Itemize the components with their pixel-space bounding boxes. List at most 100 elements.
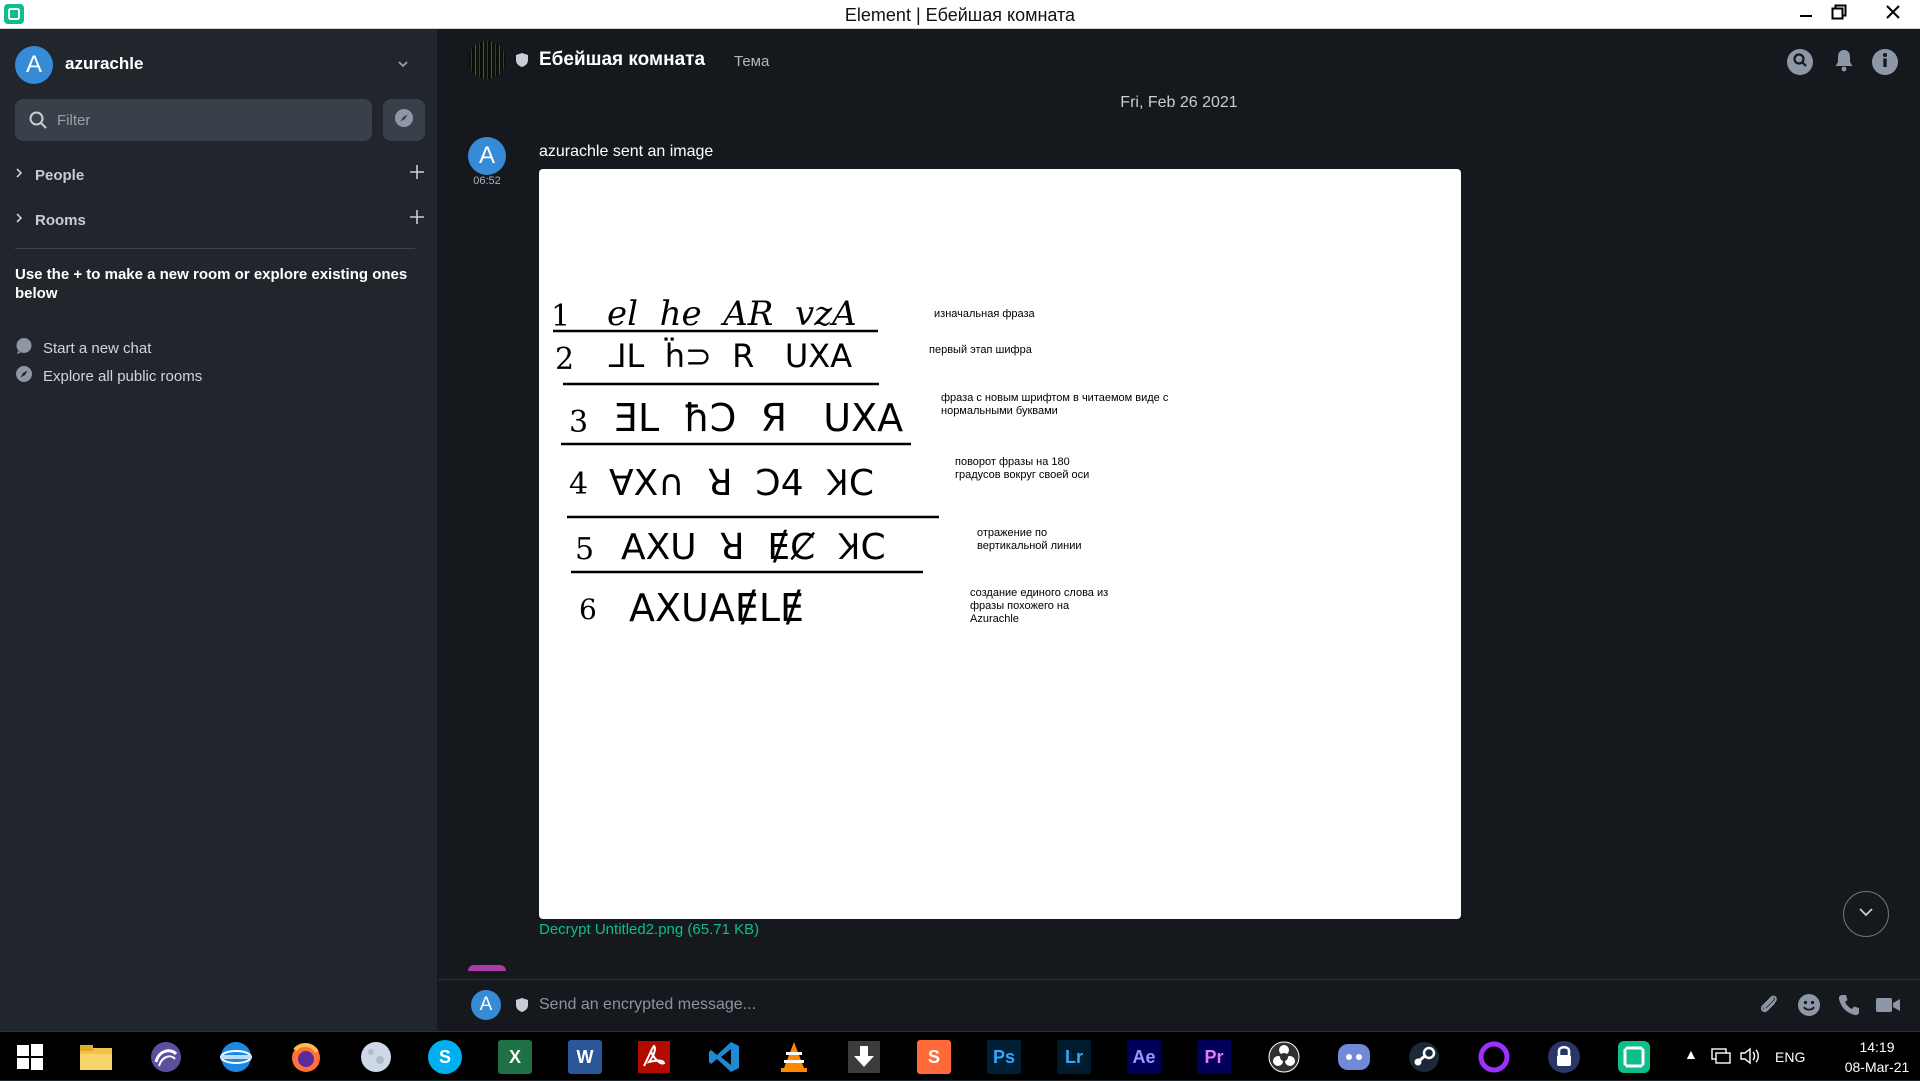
acrobat-icon[interactable] bbox=[634, 1038, 674, 1076]
compass-icon bbox=[15, 365, 33, 388]
phone-icon bbox=[1837, 993, 1861, 1022]
lightroom-icon[interactable]: Lr bbox=[1054, 1038, 1094, 1076]
explore-public-rooms-link[interactable]: Explore all public rooms bbox=[15, 365, 202, 387]
paperclip-icon bbox=[1757, 993, 1781, 1022]
explore-rooms-button[interactable] bbox=[383, 99, 425, 141]
vpn-lock-icon[interactable] bbox=[1544, 1038, 1584, 1076]
chevron-right-icon bbox=[15, 166, 23, 184]
downloader-icon[interactable] bbox=[844, 1038, 884, 1076]
image-attachment[interactable]: 1 el he AR vzA изначальная фраза 2 ᒧᒪ ḧ⊃… bbox=[539, 169, 1461, 919]
window-title: Element | Ебейшая комната bbox=[844, 5, 1076, 25]
word-icon[interactable]: W bbox=[565, 1038, 605, 1076]
discord-icon[interactable] bbox=[1334, 1038, 1374, 1076]
row-note: фраза с новым шрифтом в читаемом виде с … bbox=[941, 392, 1169, 417]
row-glyphs: AXUAɆLɆ bbox=[629, 586, 804, 630]
skype-icon[interactable]: S bbox=[425, 1038, 465, 1076]
browser-globe-icon[interactable] bbox=[216, 1038, 256, 1076]
element-icon[interactable] bbox=[1614, 1038, 1654, 1076]
row-number: 6 bbox=[579, 593, 597, 626]
add-room-icon[interactable] bbox=[409, 209, 425, 230]
message-composer: A bbox=[438, 979, 1920, 1031]
message-body: azurachle sent an image bbox=[539, 143, 714, 160]
search-room-button[interactable] bbox=[1787, 49, 1813, 75]
vlc-icon[interactable] bbox=[774, 1038, 814, 1076]
shield-icon bbox=[515, 997, 529, 1018]
date-separator: Fri, Feb 26 2021 bbox=[1120, 94, 1238, 111]
add-people-icon[interactable] bbox=[409, 164, 425, 185]
room-info-button[interactable] bbox=[1872, 49, 1898, 75]
obs-icon[interactable] bbox=[1264, 1038, 1304, 1076]
section-rooms-label: Rooms bbox=[35, 211, 86, 229]
emoji-button[interactable] bbox=[1795, 993, 1823, 1021]
decrypt-attachment-link[interactable]: Decrypt Untitled2.png (65.71 KB) bbox=[539, 921, 759, 938]
network-icon[interactable] bbox=[1710, 1046, 1732, 1071]
row-number: 4 bbox=[569, 467, 588, 502]
room-view: Ебейшая комната Тема Fri, Feb 26 2021 A … bbox=[438, 29, 1920, 1031]
filter-box[interactable] bbox=[15, 99, 372, 141]
room-avatar[interactable] bbox=[468, 41, 506, 79]
file-explorer-icon[interactable] bbox=[76, 1038, 116, 1076]
start-new-chat-link[interactable]: Start a new chat bbox=[15, 337, 151, 359]
moon-app-icon[interactable] bbox=[356, 1038, 396, 1076]
vscode-icon[interactable] bbox=[704, 1038, 744, 1076]
row-glyphs: ⱯX∩ ꓤ Ɔ4 ꞰC bbox=[609, 463, 874, 504]
restore-icon bbox=[1831, 4, 1847, 25]
section-people[interactable]: People bbox=[15, 163, 425, 187]
row-number: 2 bbox=[555, 342, 574, 377]
premiere-label: Pr bbox=[1197, 1040, 1231, 1074]
search-icon bbox=[1792, 52, 1808, 73]
row-note: первый этап шифра bbox=[929, 344, 1033, 356]
video-call-button[interactable] bbox=[1874, 993, 1902, 1021]
section-people-label: People bbox=[35, 166, 85, 184]
row-note: поворот фразы на 180 градусов вокруг сво… bbox=[955, 456, 1090, 481]
sender-avatar[interactable]: A bbox=[468, 137, 506, 175]
chevron-right-icon bbox=[15, 211, 23, 229]
search-icon bbox=[29, 111, 47, 134]
tray-overflow-icon[interactable]: ▲ bbox=[1684, 1046, 1698, 1062]
after-effects-label: Ae bbox=[1127, 1040, 1161, 1074]
row-number: 1 bbox=[551, 299, 570, 334]
left-panel: A azurachle People Rooms Use the + to ma… bbox=[0, 29, 438, 1031]
chevron-down-icon[interactable] bbox=[397, 57, 409, 75]
firefox-icon[interactable] bbox=[286, 1038, 326, 1076]
attach-file-button[interactable] bbox=[1755, 993, 1783, 1021]
system-tray: ▲ ENG 14:19 08-Mar-21 bbox=[1680, 1032, 1920, 1081]
torrent-client-icon[interactable] bbox=[146, 1038, 186, 1076]
premiere-icon[interactable]: Pr bbox=[1194, 1038, 1234, 1076]
video-camera-icon bbox=[1875, 995, 1901, 1020]
volume-icon[interactable] bbox=[1739, 1046, 1763, 1071]
photoshop-icon[interactable]: Ps bbox=[984, 1038, 1024, 1076]
photoshop-label: Ps bbox=[987, 1040, 1021, 1074]
steam-icon[interactable] bbox=[1404, 1038, 1444, 1076]
section-rooms[interactable]: Rooms bbox=[15, 208, 425, 232]
composer-avatar[interactable]: A bbox=[471, 990, 501, 1020]
row-glyphs: ƎL ħƆ Я UXA bbox=[614, 396, 903, 440]
windows-start-icon[interactable] bbox=[10, 1038, 50, 1076]
next-message-avatar bbox=[468, 965, 506, 971]
start-new-chat-label: Start a new chat bbox=[43, 339, 152, 357]
after-effects-icon[interactable]: Ae bbox=[1124, 1038, 1164, 1076]
ring-app-icon[interactable] bbox=[1474, 1038, 1514, 1076]
restore-button[interactable] bbox=[1812, 0, 1866, 29]
row-glyphs: ᒧᒪ ḧ⊃ R UXA bbox=[607, 337, 852, 375]
sublime-text-icon[interactable]: S bbox=[914, 1038, 954, 1076]
message-input[interactable] bbox=[539, 989, 1539, 1021]
window-titlebar: Element | Ебейшая комната bbox=[0, 0, 1920, 29]
clock-time[interactable]: 14:19 bbox=[1840, 1039, 1914, 1055]
chevron-down-icon bbox=[1857, 905, 1875, 923]
language-indicator[interactable]: ENG bbox=[1775, 1049, 1805, 1065]
filter-input[interactable] bbox=[57, 99, 357, 141]
excel-icon[interactable]: X bbox=[495, 1038, 535, 1076]
notifications-button[interactable] bbox=[1831, 49, 1857, 75]
user-name[interactable]: azurachle bbox=[65, 54, 143, 74]
user-avatar[interactable]: A bbox=[15, 46, 53, 84]
jump-to-bottom-button[interactable] bbox=[1843, 891, 1889, 937]
word-label: W bbox=[568, 1040, 602, 1074]
row-note: отражение по вертикальной линии bbox=[977, 527, 1082, 552]
room-name[interactable]: Ебейшая комната bbox=[539, 49, 705, 71]
clock-date[interactable]: 08-Mar-21 bbox=[1832, 1059, 1920, 1075]
voice-call-button[interactable] bbox=[1835, 993, 1863, 1021]
room-topic[interactable]: Тема bbox=[734, 53, 769, 70]
excel-label: X bbox=[498, 1040, 532, 1074]
close-button[interactable] bbox=[1866, 0, 1920, 29]
